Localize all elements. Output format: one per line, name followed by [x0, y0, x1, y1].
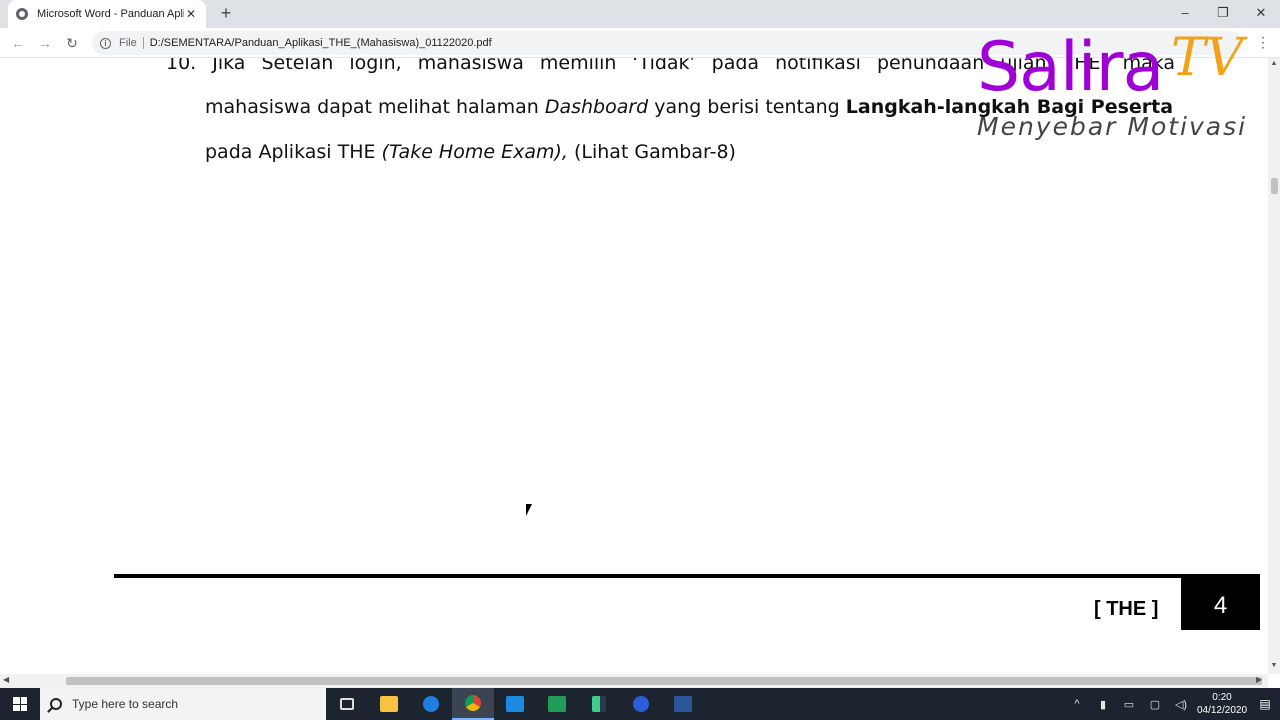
scroll-left-icon[interactable]: ◀ [3, 675, 9, 684]
pdf-viewport[interactable]: 10. Jika Setelah login, mahasiswa memili… [0, 58, 1268, 674]
edge-icon[interactable] [410, 688, 452, 720]
battery-icon[interactable]: ▭ [1116, 698, 1142, 711]
app-arrow-icon[interactable] [578, 688, 620, 720]
menu-icon[interactable]: ⋮ [1256, 34, 1270, 51]
scroll-up-icon[interactable]: ▲ [1268, 60, 1280, 67]
task-view-icon[interactable] [326, 688, 368, 720]
restore-button[interactable]: ❐ [1204, 0, 1242, 28]
doc-line-1: 10. Jika Setelah login, mahasiswa memili… [166, 58, 1176, 74]
mouse-cursor-icon [526, 504, 532, 516]
address-url: D:/SEMENTARA/Panduan_Aplikasi_THE_(Mahas… [149, 37, 492, 49]
tab-close-icon[interactable]: ✕ [184, 7, 198, 21]
clock-date: 04/12/2020 [1196, 705, 1248, 716]
store-icon[interactable] [494, 688, 536, 720]
system-tray: ^ ▮ ▭ ▢ ◁) 0:20 04/12/2020 ▤ [1064, 688, 1280, 720]
info-icon[interactable]: i [100, 37, 111, 49]
doc-bold-text: Langkah-langkah Bagi Peserta [845, 96, 1174, 118]
browser-tab-bar: Microsoft Word - Panduan Aplikasi ✕ + – … [0, 0, 1280, 28]
page-number: 4 [1181, 574, 1260, 630]
doc-text: yang berisi tentang [648, 96, 846, 118]
tab-title: Microsoft Word - Panduan Aplikasi [37, 8, 184, 20]
windows-icon [13, 697, 27, 711]
doc-line-3: pada Aplikasi THE (Take Home Exam), (Lih… [205, 141, 736, 163]
search-placeholder: Type here to search [72, 697, 179, 711]
globe-icon [16, 8, 28, 20]
address-separator [142, 37, 144, 49]
chevron-up-icon[interactable]: ^ [1064, 698, 1090, 710]
file-explorer-icon[interactable] [368, 688, 410, 720]
doc-italic-text: Dashboard [544, 96, 649, 118]
doc-text: pada Aplikasi THE [205, 141, 382, 163]
network-icon[interactable]: ▢ [1142, 698, 1168, 711]
address-bar[interactable]: i File D:/SEMENTARA/Panduan_Aplikasi_THE… [92, 31, 1242, 55]
new-tab-button[interactable]: + [216, 3, 236, 24]
usb-icon[interactable]: ▮ [1090, 698, 1116, 711]
start-button[interactable] [0, 688, 40, 720]
forward-button[interactable]: → [35, 33, 55, 53]
scroll-right-icon[interactable]: ▶ [1256, 675, 1262, 684]
chrome-icon[interactable] [452, 688, 494, 720]
reload-button[interactable]: ↻ [62, 33, 82, 53]
doc-italic-text: (Take Home Exam), [381, 141, 568, 163]
search-icon [50, 698, 62, 710]
doc-text: mahasiswa dapat melihat halaman [205, 96, 545, 118]
minimize-button[interactable]: – [1166, 0, 1204, 28]
horizontal-scrollbar[interactable]: ◀ ▶ [0, 674, 1268, 688]
clock[interactable]: 0:20 04/12/2020 [1194, 691, 1250, 717]
browser-toolbar: ← → ↻ i File D:/SEMENTARA/Panduan_Aplika… [0, 28, 1280, 58]
browser-app-icon[interactable] [620, 688, 662, 720]
doc-text: (Lihat Gambar-8) [567, 141, 736, 163]
taskbar: Type here to search ^ ▮ ▭ ▢ ◁) 0:20 04/1… [0, 688, 1280, 720]
notification-icon[interactable]: ▤ [1250, 697, 1280, 711]
vertical-scrollbar[interactable]: ▲ ▼ [1268, 58, 1280, 674]
close-window-button[interactable]: ✕ [1242, 0, 1280, 28]
volume-icon[interactable]: ◁) [1168, 698, 1194, 711]
word-icon[interactable] [662, 688, 704, 720]
back-button[interactable]: ← [8, 33, 28, 53]
address-scheme: File [119, 37, 137, 49]
footer-label: [ THE ] [1094, 598, 1159, 620]
taskbar-search[interactable]: Type here to search [40, 688, 326, 720]
browser-tab[interactable]: Microsoft Word - Panduan Aplikasi ✕ [8, 0, 206, 28]
vertical-scroll-thumb[interactable] [1271, 178, 1278, 194]
clock-time: 0:20 [1212, 692, 1232, 703]
doc-line-2: mahasiswa dapat melihat halaman Dashboar… [205, 96, 1173, 118]
footer-rule [114, 574, 1260, 578]
excel-icon[interactable] [536, 688, 578, 720]
scroll-down-icon[interactable]: ▼ [1268, 662, 1280, 669]
horizontal-scroll-thumb[interactable] [66, 677, 1262, 685]
